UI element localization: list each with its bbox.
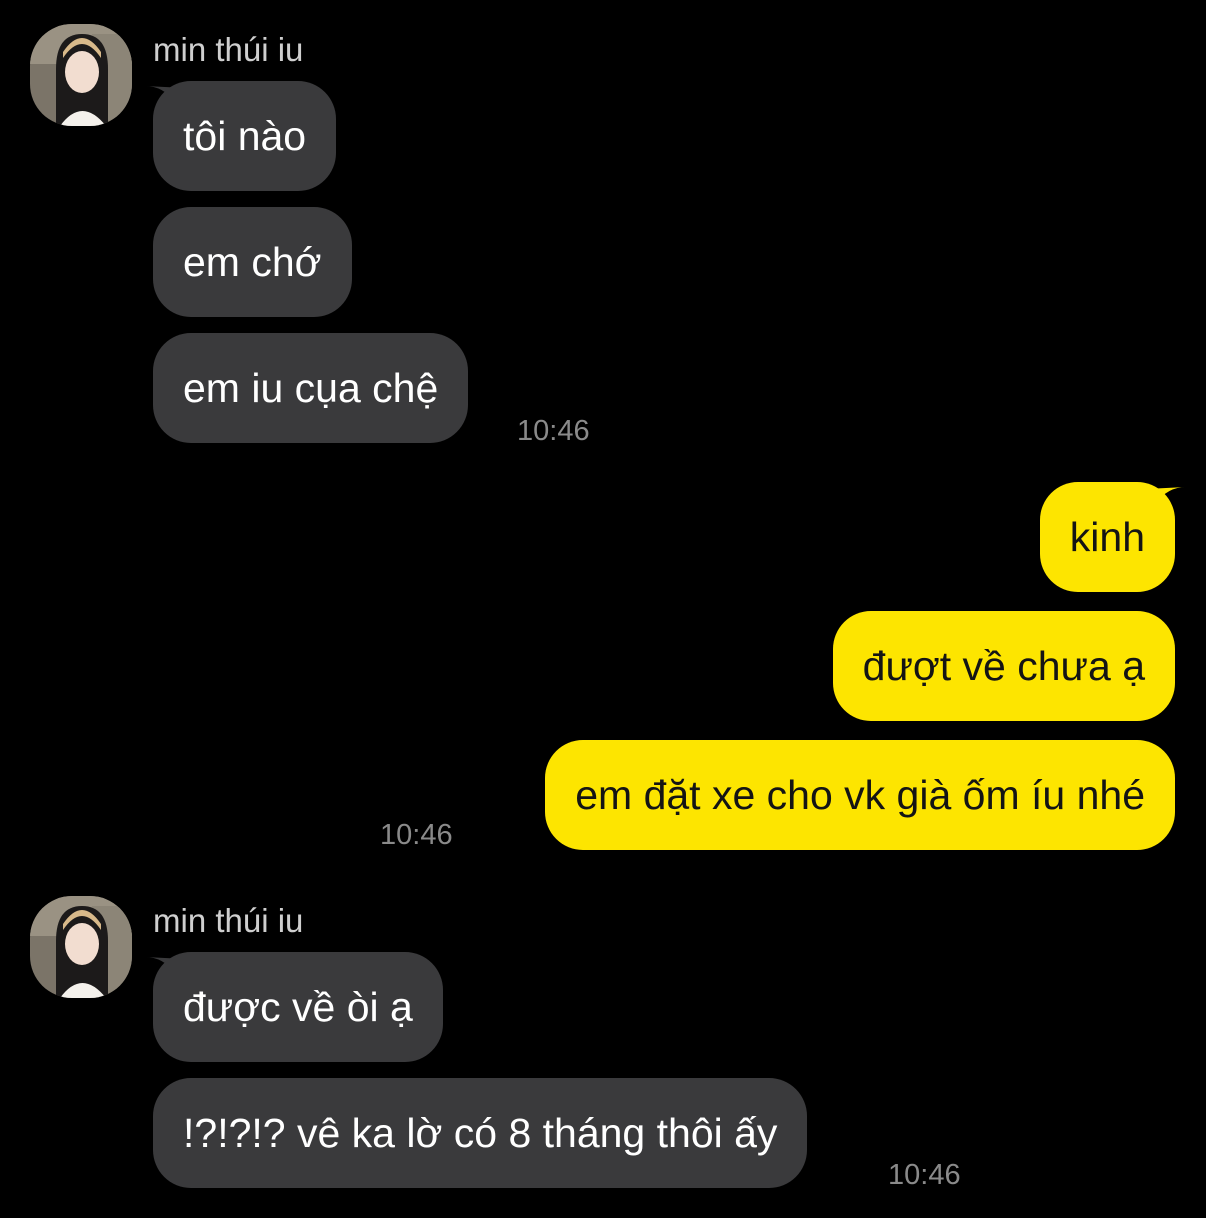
- profile-photo-icon: [30, 896, 132, 998]
- message-bubble-incoming[interactable]: em iu cụa chệ: [153, 333, 469, 443]
- profile-photo-icon: [30, 24, 132, 126]
- avatar[interactable]: [30, 896, 132, 998]
- message-bubble-outgoing[interactable]: em đặt xe cho vk già ốm íu nhé: [545, 740, 1175, 850]
- message-bubble-outgoing[interactable]: đượt về chưa ạ: [832, 611, 1175, 721]
- message-timestamp: 10:46: [517, 415, 590, 447]
- avatar[interactable]: [30, 24, 132, 126]
- sender-name: min thúi iu: [153, 31, 304, 68]
- message-bubble-incoming[interactable]: tôi nào: [153, 81, 337, 191]
- message-bubble-outgoing[interactable]: kinh: [1039, 482, 1175, 592]
- message-timestamp: 10:46: [380, 819, 453, 851]
- message-bubble-incoming[interactable]: em chớ: [153, 207, 352, 317]
- message-bubble-incoming[interactable]: !?!?!? vê ka lờ có 8 tháng thôi ấy: [153, 1078, 808, 1188]
- message-timestamp: 10:46: [888, 1159, 961, 1191]
- sender-name: min thúi iu: [153, 902, 304, 939]
- message-bubble-incoming[interactable]: được về òi ạ: [153, 952, 443, 1062]
